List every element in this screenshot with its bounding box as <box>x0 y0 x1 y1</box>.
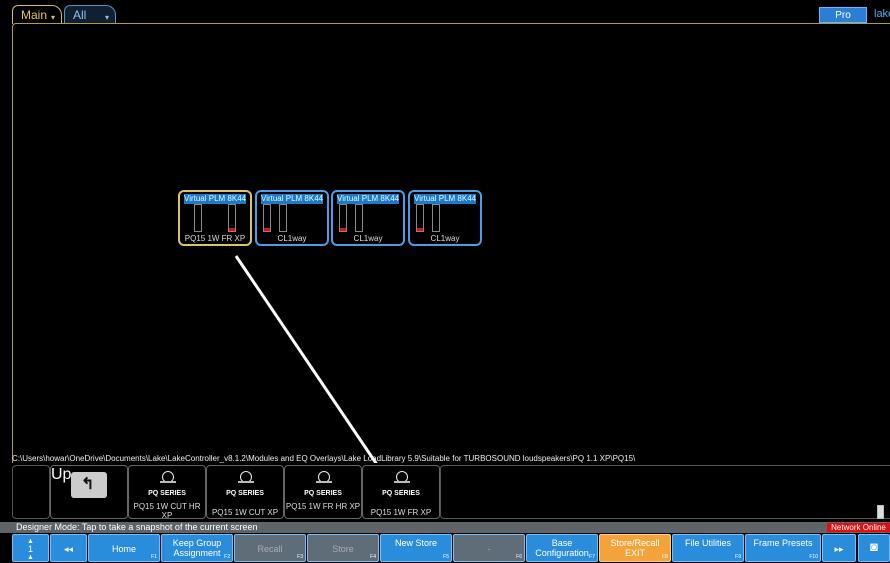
button-label: - <box>487 544 491 554</box>
series-label: PQ SERIES <box>226 490 264 497</box>
status-bar: Designer Mode: Tap to take a snapshot of… <box>0 522 890 533</box>
library-path: C:\Users\howar\OneDrive\Documents\Lake\L… <box>12 454 636 463</box>
library-strip: ↰ Up PQ SERIES PQ15 1W CUT HR XP PQ SERI… <box>0 463 890 521</box>
button-label: Frame Presets <box>753 538 813 548</box>
fkey-label: F6 <box>516 554 522 560</box>
series-label: PQ SERIES <box>382 490 420 497</box>
pq-series-logo-icon <box>316 471 332 483</box>
library-item[interactable]: PQ SERIES PQ15 1W CUT HR XP <box>128 465 206 520</box>
button-label: Keep Group Assignment <box>172 538 222 558</box>
pq-series-logo-icon <box>160 471 176 483</box>
fkey-label: F4 <box>370 554 376 560</box>
page-number-button[interactable]: ▲ 1 ▲ <box>12 534 49 562</box>
button-label: Home <box>111 544 136 554</box>
fkey-label: F9 <box>735 554 741 560</box>
fkey-label: F10 <box>809 554 818 560</box>
item-label: PQ15 1W CUT XP <box>211 508 279 517</box>
library-empty-area <box>440 465 890 519</box>
function-toolbar: ▲ 1 ▲ ◂◂ Home F1 Keep Group Assignment F… <box>0 533 890 562</box>
base-configuration-button[interactable]: Base Configuration F7 <box>526 534 598 562</box>
rewind-icon: ◂◂ <box>63 544 74 554</box>
button-label: Store <box>332 544 354 554</box>
series-label: PQ SERIES <box>304 490 342 497</box>
pq-series-logo-icon <box>394 471 410 483</box>
fast-forward-button[interactable]: ▸▸ <box>822 534 856 562</box>
library-spacer <box>12 465 50 519</box>
rewind-button[interactable]: ◂◂ <box>50 534 87 562</box>
folder-icon: ↰ <box>71 472 107 498</box>
series-label: PQ SERIES <box>148 490 186 497</box>
file-utilities-button[interactable]: File Utilities F9 <box>672 534 744 562</box>
button-label: Base Configuration <box>535 538 589 558</box>
fkey-label: F2 <box>224 554 230 560</box>
fkey-label: F8 <box>662 554 668 560</box>
network-status-badge: Network Online <box>827 523 890 532</box>
store-recall-exit-button[interactable]: Store/Recall EXIT F8 <box>599 534 671 562</box>
frame-presets-button[interactable]: Frame Presets F10 <box>745 534 821 562</box>
item-label: PQ15 1W FR HR XP <box>285 502 361 511</box>
keep-group-assignment-button[interactable]: Keep Group Assignment F2 <box>161 534 233 562</box>
status-message: Designer Mode: Tap to take a snapshot of… <box>16 522 258 532</box>
fast-forward-icon: ▸▸ <box>834 544 844 554</box>
fkey-label: F3 <box>297 554 303 560</box>
button-label: New Store <box>394 538 438 548</box>
library-item[interactable]: PQ SERIES PQ15 1W CUT XP <box>206 465 284 519</box>
item-label: PQ15 1W FR XP <box>370 508 432 517</box>
button-label: Store/Recall EXIT <box>610 538 660 558</box>
new-store-button[interactable]: New Store F5 <box>380 534 452 562</box>
home-button[interactable]: Home F1 <box>88 534 160 562</box>
button-label: File Utilities <box>684 538 731 548</box>
library-item[interactable]: PQ SERIES PQ15 1W FR XP <box>362 465 440 519</box>
button-label: Recall <box>257 544 283 554</box>
item-label: PQ15 1W CUT HR XP <box>133 502 201 520</box>
pq-series-logo-icon <box>238 471 254 483</box>
camera-icon: ◙ <box>870 539 878 554</box>
snapshot-button[interactable]: ◙ <box>858 534 890 562</box>
fkey-label: F7 <box>589 554 595 560</box>
library-up-folder[interactable]: ↰ Up <box>50 465 128 519</box>
battery-icon <box>877 505 884 519</box>
fkey-label: F5 <box>443 554 449 560</box>
fkey-label: F1 <box>151 554 157 560</box>
library-item[interactable]: PQ SERIES PQ15 1W FR HR XP <box>284 465 362 519</box>
blank-function-button[interactable]: - F6 <box>453 534 525 562</box>
recall-button[interactable]: Recall F3 <box>234 534 306 562</box>
store-button[interactable]: Store F4 <box>307 534 379 562</box>
